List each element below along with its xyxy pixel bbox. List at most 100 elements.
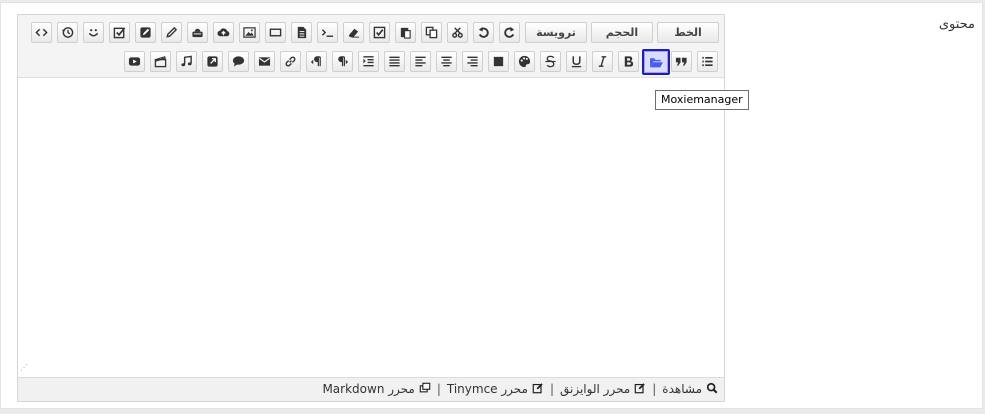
- list-icon: [702, 56, 713, 67]
- emoticons-button[interactable]: [83, 22, 104, 43]
- external-link-icon: [207, 56, 218, 67]
- markdown-label: محرر Markdown: [322, 382, 415, 396]
- italic-button[interactable]: [592, 51, 613, 72]
- underline-button[interactable]: [566, 51, 587, 72]
- upload-button[interactable]: [213, 22, 234, 43]
- align-right-button[interactable]: [462, 51, 483, 72]
- rich-text-editor: الخط الحجم ترويسة ⋰ مشاهدة|محرر الوايزنق…: [17, 14, 725, 402]
- indent-button[interactable]: [358, 51, 379, 72]
- moxiemanager-tooltip: Moxiemanager: [655, 90, 749, 110]
- cloud-upload-icon: [217, 28, 230, 37]
- code-button[interactable]: [317, 22, 338, 43]
- source-code-button[interactable]: [31, 22, 52, 43]
- paragraph-ltr-icon: [338, 56, 349, 67]
- redo-button[interactable]: [499, 22, 520, 43]
- history-button[interactable]: [57, 22, 78, 43]
- edit-button[interactable]: [135, 22, 156, 43]
- undo-icon: [478, 26, 489, 38]
- image-icon: [243, 27, 256, 38]
- comment-button[interactable]: [228, 51, 249, 72]
- blockquote-button[interactable]: [671, 51, 692, 72]
- rtl-direction-button[interactable]: [306, 51, 327, 72]
- separator: |: [549, 382, 554, 396]
- insert-link-button[interactable]: [161, 22, 182, 43]
- bullet-list-button[interactable]: [697, 51, 718, 72]
- redo-icon: [504, 26, 515, 38]
- strikethrough-icon: [545, 55, 556, 68]
- cut-button[interactable]: [447, 22, 468, 43]
- bold-button[interactable]: [618, 51, 639, 72]
- align-center-button[interactable]: [436, 51, 457, 72]
- copy-button[interactable]: [421, 22, 442, 43]
- editor-toolbar: الخط الحجم ترويسة: [18, 15, 724, 78]
- indent-icon: [363, 56, 374, 67]
- content-field-label: محتوى: [938, 17, 975, 32]
- align-right-icon: [467, 56, 478, 67]
- youtube-play-icon: [128, 57, 141, 66]
- check-square-icon: [113, 27, 126, 39]
- align-justify-icon: [389, 56, 400, 67]
- template-button[interactable]: [187, 22, 208, 43]
- checkbox-icon: [373, 26, 386, 39]
- preview-label: مشاهدة: [662, 382, 702, 396]
- align-left-icon: [415, 56, 426, 67]
- italic-icon: [598, 56, 607, 67]
- insert-box-button[interactable]: [265, 22, 286, 43]
- scissors-icon: [452, 27, 463, 38]
- wysiwyg-editor-link[interactable]: محرر الوايزنق: [560, 378, 646, 400]
- clapperboard-icon: [154, 56, 167, 68]
- paragraph-rtl-icon: [310, 56, 321, 67]
- background-color-button[interactable]: [488, 51, 509, 72]
- text-color-button[interactable]: [514, 51, 535, 72]
- font-family-dropdown[interactable]: الخط: [657, 22, 719, 43]
- align-center-icon: [441, 56, 452, 67]
- strikethrough-button[interactable]: [540, 51, 561, 72]
- video-button[interactable]: [124, 51, 145, 72]
- align-left-button[interactable]: [410, 51, 431, 72]
- copy-windows-icon: [419, 382, 431, 393]
- paste-icon: [400, 27, 411, 39]
- search-icon: [706, 382, 718, 394]
- smile-icon: [88, 29, 99, 37]
- font-size-dropdown[interactable]: الحجم: [591, 22, 653, 43]
- underline-icon: [571, 56, 582, 68]
- history-icon: [61, 27, 74, 38]
- paste-button[interactable]: [395, 22, 416, 43]
- quote-icon: [675, 57, 687, 66]
- music-note-icon: [181, 55, 192, 67]
- editor-content-area[interactable]: ⋰: [18, 78, 724, 377]
- select-all-button[interactable]: [369, 22, 390, 43]
- source-code-icon: [35, 28, 48, 37]
- external-link-button[interactable]: [202, 51, 223, 72]
- tinymce-editor-link[interactable]: محرر Tinymce: [447, 378, 544, 400]
- wysiwyg-label: محرر الوايزنق: [560, 382, 631, 396]
- filled-square-icon: [493, 56, 504, 67]
- audio-button[interactable]: [176, 51, 197, 72]
- clear-formatting-button[interactable]: [343, 22, 364, 43]
- ltr-direction-button[interactable]: [332, 51, 353, 72]
- insert-image-button[interactable]: [239, 22, 260, 43]
- email-button[interactable]: [254, 51, 275, 72]
- edit-icon: [532, 383, 543, 394]
- content-field-panel: محتوى الخط الحجم ترويسة ⋰ مشاهدة|محرر ال…: [0, 2, 983, 409]
- checklist-button[interactable]: [109, 22, 130, 43]
- folder-open-icon: [649, 57, 663, 67]
- preview-link[interactable]: مشاهدة: [662, 378, 718, 400]
- link-icon: [285, 56, 296, 67]
- terminal-icon: [321, 29, 334, 37]
- markdown-editor-link[interactable]: محرر Markdown: [322, 378, 431, 400]
- align-justify-button[interactable]: [384, 51, 405, 72]
- edit-icon: [634, 383, 645, 394]
- heading-dropdown[interactable]: ترويسة: [525, 22, 587, 43]
- rectangle-icon: [269, 28, 282, 37]
- link-button[interactable]: [280, 51, 301, 72]
- copy-icon: [425, 26, 438, 39]
- moxiemanager-button[interactable]: [642, 49, 670, 75]
- clapperboard-button[interactable]: [150, 51, 171, 72]
- undo-button[interactable]: [473, 22, 494, 43]
- resize-handle[interactable]: ⋰: [20, 364, 28, 372]
- bold-icon: [624, 56, 634, 67]
- document-icon: [297, 26, 307, 39]
- edit-box-icon: [140, 27, 151, 38]
- new-document-button[interactable]: [291, 22, 312, 43]
